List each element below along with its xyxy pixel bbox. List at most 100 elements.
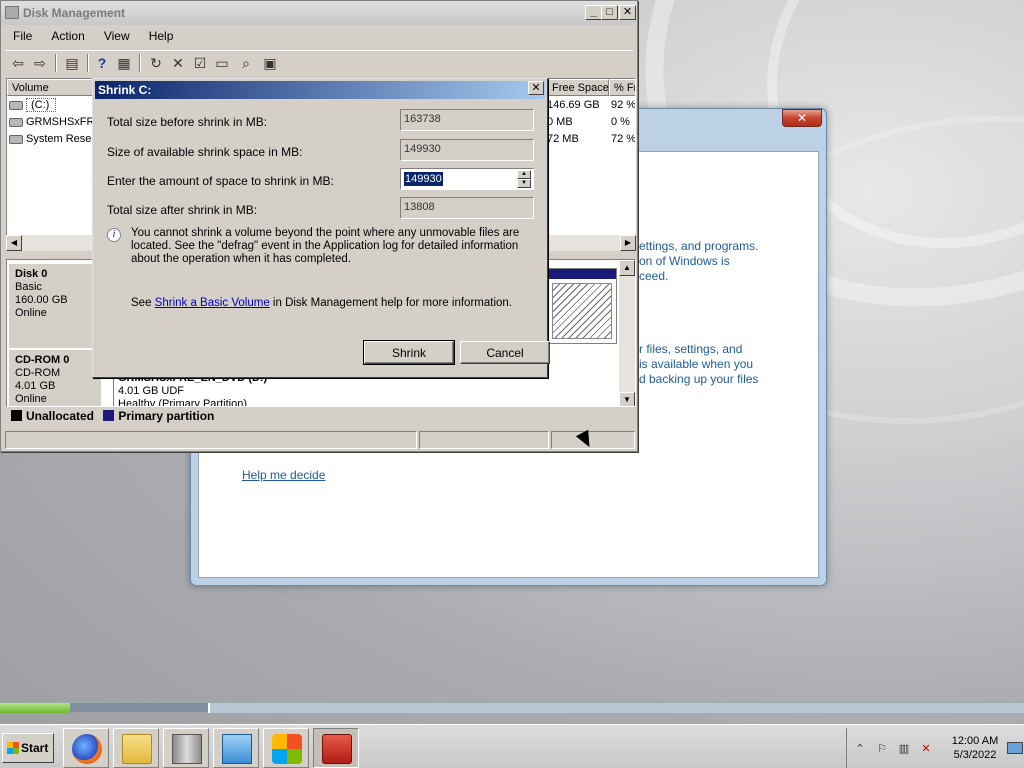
start-button[interactable]: Start — [2, 733, 54, 763]
toolbar: ⇦ ⇨ ▤ ? ▦ ↻ ✕ ☑ ▭ ⌕ ▣ — [5, 50, 633, 74]
shrink-amount-spinner[interactable]: 149930 ▲ ▼ — [400, 168, 534, 190]
properties-icon[interactable]: ▦ — [115, 54, 133, 72]
cdrom-0-header[interactable]: CD-ROM 0 CD-ROM 4.01 GB Online — [9, 350, 101, 406]
available-value: 149930 — [400, 139, 534, 161]
legend-swatch-unallocated — [11, 410, 22, 421]
network-icon[interactable]: ▥ — [897, 742, 911, 756]
close-icon[interactable]: ✕ — [782, 109, 822, 127]
unallocated-partition[interactable] — [547, 268, 617, 344]
firefox-icon — [72, 734, 102, 764]
shrink-basic-volume-link[interactable]: Shrink a Basic Volume — [155, 297, 270, 309]
settings-icon[interactable]: ▣ — [261, 54, 279, 72]
spin-down-icon[interactable]: ▼ — [517, 179, 531, 188]
delete-icon[interactable]: ✕ — [169, 54, 187, 72]
menu-action[interactable]: Action — [43, 27, 92, 45]
column-volume[interactable]: Volume — [7, 79, 99, 96]
scroll-right-icon[interactable]: ▶ — [620, 235, 636, 251]
windows-logo-icon — [272, 734, 302, 764]
taskbar-firefox[interactable] — [63, 728, 109, 768]
available-label: Size of available shrink space in MB: — [107, 145, 303, 159]
info-icon: i — [107, 228, 121, 242]
help-line: See Shrink a Basic Volume in Disk Manage… — [131, 297, 512, 309]
volume-pct: 0 % — [611, 116, 630, 128]
help-icon[interactable]: ? — [93, 54, 111, 72]
monitor-icon — [222, 734, 252, 764]
amount-label: Enter the amount of space to shrink in M… — [107, 174, 334, 188]
show-hidden-icons-icon[interactable]: ⌃ — [853, 742, 867, 756]
drive-icon — [9, 134, 23, 144]
volume-row[interactable]: System Reser — [9, 133, 95, 145]
volume-free: 72 MB — [547, 133, 579, 145]
setup-text: r files, settings, and — [639, 342, 743, 356]
spin-up-icon[interactable]: ▲ — [517, 170, 531, 179]
action-center-flag-icon[interactable]: ⚐ — [875, 742, 889, 756]
column-percent-free[interactable]: % Fr — [609, 79, 635, 96]
setup-text: ettings, and programs. — [639, 239, 759, 253]
progress-strip — [0, 702, 1024, 713]
folder-icon — [122, 734, 152, 764]
app-icon — [5, 6, 19, 19]
back-icon[interactable]: ⇦ — [9, 54, 27, 72]
shrink-amount-input[interactable]: 149930 — [404, 172, 443, 186]
clock[interactable]: 12:00 AM 5/3/2022 — [943, 734, 1007, 762]
volume-row[interactable]: GRMSHSxFRE — [9, 116, 102, 128]
setup-text: ceed. — [639, 269, 669, 283]
refresh-icon[interactable]: ↻ — [147, 54, 165, 72]
minimize-button[interactable]: _ — [585, 5, 602, 20]
volume-free: 0 MB — [547, 116, 573, 128]
show-desktop-icon[interactable] — [1007, 742, 1023, 754]
scroll-left-icon[interactable]: ◀ — [6, 235, 22, 251]
volume-pct: 72 % — [611, 133, 636, 145]
drive-icon — [9, 100, 23, 110]
disk-0-header[interactable]: Disk 0 Basic 160.00 GB Online — [9, 264, 101, 348]
system-tray: ⌃ ⚐ ▥ ✕ 12:00 AM 5/3/2022 — [846, 728, 1024, 768]
scroll-down-icon[interactable]: ▼ — [619, 392, 635, 406]
legend-swatch-primary — [103, 410, 115, 421]
dialog-title: Shrink C: — [95, 81, 545, 99]
total-after-label: Total size after shrink in MB: — [107, 203, 258, 217]
status-bar — [5, 431, 635, 449]
volume-pct: 92 % — [611, 99, 636, 111]
dialog-close-button[interactable]: ✕ — [528, 81, 544, 95]
vertical-scrollbar[interactable]: ▲ ▼ — [619, 260, 635, 406]
taskbar-disk-management[interactable] — [313, 728, 359, 768]
server-icon — [172, 734, 202, 764]
total-after-value: 13808 — [400, 197, 534, 219]
progress-fill — [0, 703, 70, 713]
search-icon[interactable]: ⌕ — [237, 54, 255, 72]
menu-help[interactable]: Help — [141, 27, 182, 45]
windows-flag-icon — [7, 742, 19, 754]
volume-muted-icon[interactable]: ✕ — [919, 742, 933, 756]
close-button[interactable]: ✕ — [619, 5, 636, 20]
menu-view[interactable]: View — [96, 27, 138, 45]
check-icon[interactable]: ☑ — [191, 54, 209, 72]
taskbar-server-manager[interactable] — [163, 728, 209, 768]
taskbar-explorer[interactable] — [113, 728, 159, 768]
help-me-decide-link[interactable]: Help me decide — [242, 468, 325, 482]
menu-bar: File Action View Help — [5, 27, 181, 47]
open-icon[interactable]: ▭ — [213, 54, 231, 72]
shrink-button[interactable]: Shrink — [363, 340, 455, 365]
taskbar-windows[interactable] — [263, 728, 309, 768]
setup-text: d backing up your files — [639, 372, 759, 386]
volume-row[interactable]: (C:) — [9, 98, 57, 112]
shrink-dialog: Shrink C: ✕ Total size before shrink in … — [92, 78, 550, 378]
maximize-button[interactable]: □ — [601, 5, 618, 20]
scroll-up-icon[interactable]: ▲ — [619, 260, 635, 276]
drive-icon — [9, 117, 23, 127]
window-title: Disk Management — [23, 6, 126, 20]
menu-file[interactable]: File — [5, 27, 40, 45]
cancel-button[interactable]: Cancel — [460, 341, 550, 364]
column-free-space[interactable]: Free Space — [547, 79, 609, 96]
forward-icon[interactable]: ⇨ — [31, 54, 49, 72]
taskbar-control-panel[interactable] — [213, 728, 259, 768]
info-text: You cannot shrink a volume beyond the po… — [131, 227, 520, 265]
total-before-value: 163738 — [400, 109, 534, 131]
taskbar: Start ⌃ ⚐ ▥ ✕ 12:00 AM 5/3/2022 — [0, 724, 1024, 768]
title-bar: Disk Management _ □ ✕ — [1, 1, 637, 25]
volume-free: 146.69 GB — [547, 99, 600, 111]
legend: Unallocated Primary partition — [11, 409, 214, 425]
clock-time: 12:00 AM — [951, 735, 999, 747]
setup-text: on of Windows is — [639, 254, 730, 268]
show-hide-tree-icon[interactable]: ▤ — [63, 54, 81, 72]
